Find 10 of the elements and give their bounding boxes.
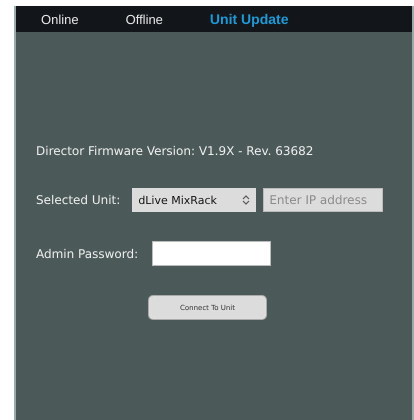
admin-password-label: Admin Password: [36,246,138,260]
stepper-icon [242,194,250,206]
tab[interactable]: Offline [126,12,163,26]
tab[interactable]: Online [41,12,79,26]
selected-unit-label: Selected Unit: [36,193,120,207]
tab[interactable]: Unit Update [210,11,288,27]
unit-select[interactable]: dLive MixRack [132,188,256,212]
password-field[interactable] [152,241,272,266]
firmware-version-text: Director Firmware Version: V1.9X - Rev. 63682 [36,144,314,158]
ip-address-field[interactable]: Enter IP address [263,188,384,212]
